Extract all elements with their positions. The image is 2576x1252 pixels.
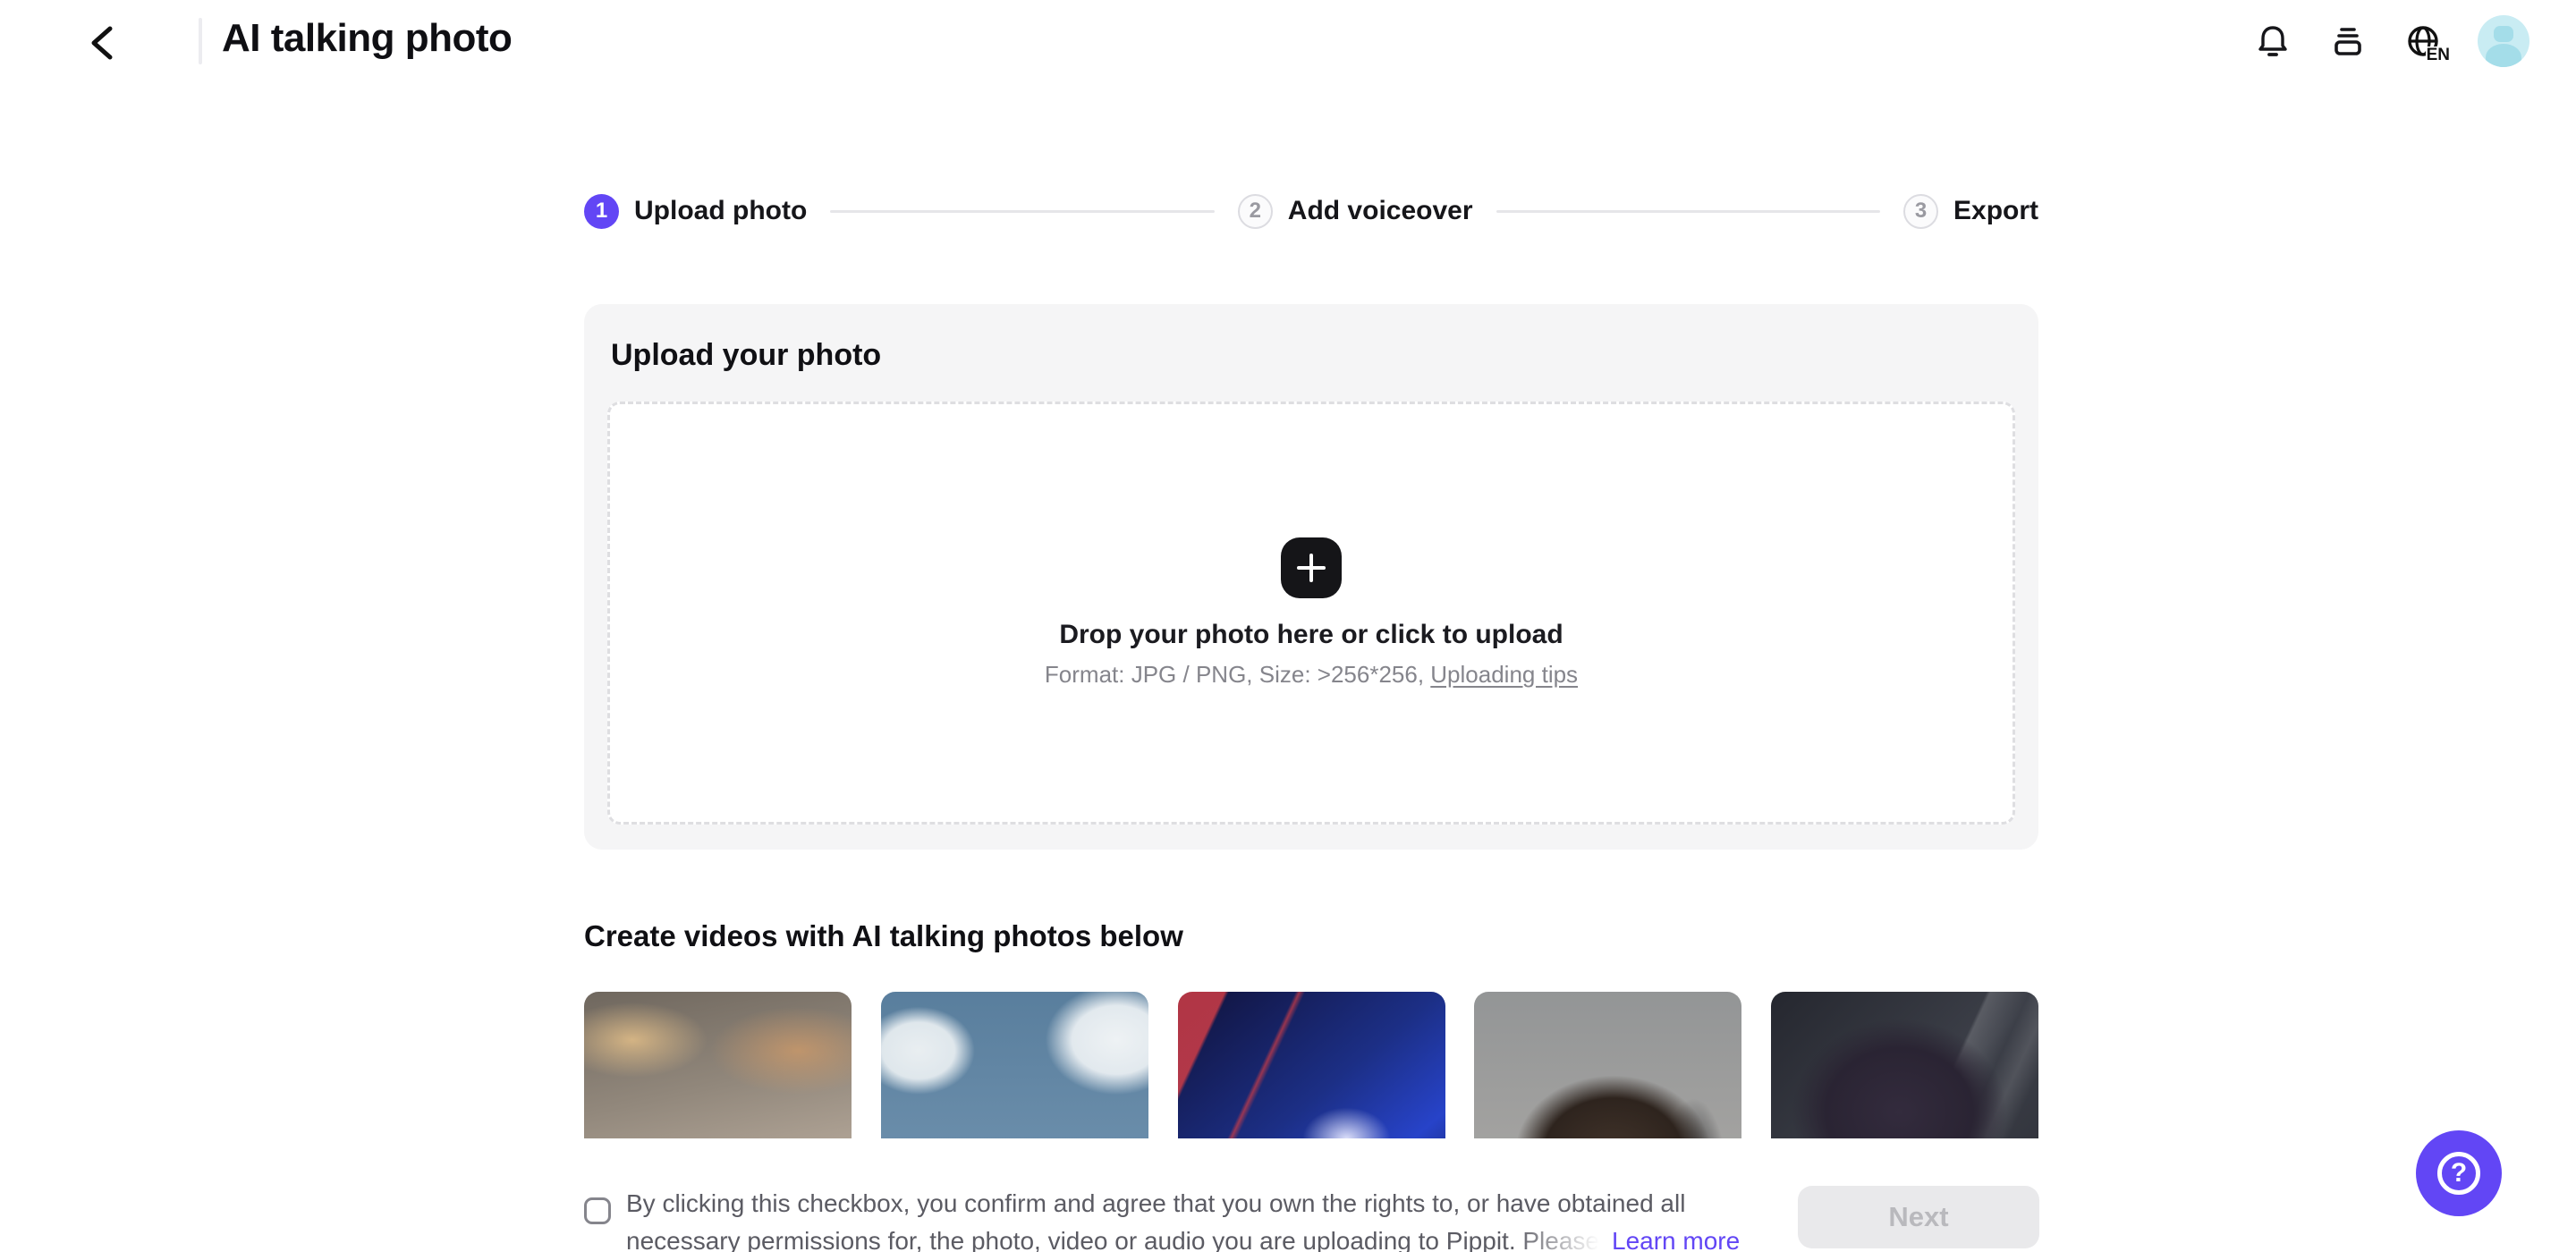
- step-1-circle: 1: [584, 194, 619, 229]
- next-button[interactable]: Next: [1798, 1186, 2039, 1248]
- consent-text: By clicking this checkbox, you confirm a…: [626, 1185, 1740, 1252]
- back-chevron-icon: [87, 23, 117, 63]
- stepper: 1 Upload photo 2 Add voiceover 3 Export: [584, 193, 2038, 229]
- format-text: Format: JPG / PNG, Size: >256*256,: [1045, 661, 1430, 688]
- step-2-label: Add voiceover: [1288, 196, 1473, 226]
- step-connector-1: [830, 210, 1214, 213]
- title-divider: [199, 18, 202, 64]
- uploading-tips-link[interactable]: Uploading tips: [1430, 661, 1578, 688]
- step-2-circle: 2: [1238, 194, 1273, 229]
- header-actions: EN: [2252, 0, 2529, 82]
- step-add-voiceover: 2 Add voiceover: [1238, 194, 1473, 229]
- question-mark-icon: ?: [2437, 1152, 2480, 1195]
- step-export: 3 Export: [1903, 194, 2038, 229]
- gallery-heading: Create videos with AI talking photos bel…: [584, 919, 1183, 953]
- step-connector-2: [1496, 210, 1880, 213]
- consent-checkbox[interactable]: [584, 1197, 611, 1224]
- page-title: AI talking photo: [222, 16, 512, 61]
- help-button[interactable]: ?: [2416, 1130, 2502, 1216]
- avatar-body-shape: [2486, 44, 2521, 67]
- consent-line-2: necessary permissions for, the photo, vi…: [626, 1222, 1740, 1252]
- photo-dropzone[interactable]: Drop your photo here or click to upload …: [607, 402, 2015, 825]
- back-button[interactable]: [79, 20, 125, 66]
- avatar[interactable]: [2478, 15, 2529, 67]
- consent-line-1: By clicking this checkbox, you confirm a…: [626, 1185, 1740, 1222]
- language-badge: EN: [2426, 47, 2451, 63]
- format-requirements: Format: JPG / PNG, Size: >256*256, Uploa…: [1045, 661, 1578, 689]
- ai-talking-photo-page: AI talking photo EN: [0, 0, 2576, 1252]
- upload-card: Upload your photo Drop your photo here o…: [584, 304, 2038, 850]
- notifications-button[interactable]: [2252, 21, 2293, 62]
- assets-button[interactable]: [2327, 21, 2368, 62]
- consent-line-2-text: necessary permissions for, the photo, vi…: [626, 1222, 1599, 1252]
- upload-card-title: Upload your photo: [611, 338, 881, 373]
- footer-bar: By clicking this checkbox, you confirm a…: [0, 1138, 2576, 1252]
- learn-more-link[interactable]: Learn more: [1612, 1222, 1740, 1252]
- plus-upload-icon[interactable]: [1281, 537, 1342, 598]
- drop-instruction: Drop your photo here or click to upload: [1059, 620, 1563, 650]
- stack-icon: [2328, 21, 2368, 61]
- step-3-circle: 3: [1903, 194, 1938, 229]
- step-1-label: Upload photo: [634, 196, 807, 226]
- step-upload-photo: 1 Upload photo: [584, 194, 807, 229]
- step-3-label: Export: [1953, 196, 2038, 226]
- bell-icon: [2253, 21, 2292, 61]
- language-button[interactable]: EN: [2402, 21, 2444, 62]
- header: AI talking photo EN: [0, 0, 2576, 82]
- avatar-head-shape: [2494, 26, 2513, 42]
